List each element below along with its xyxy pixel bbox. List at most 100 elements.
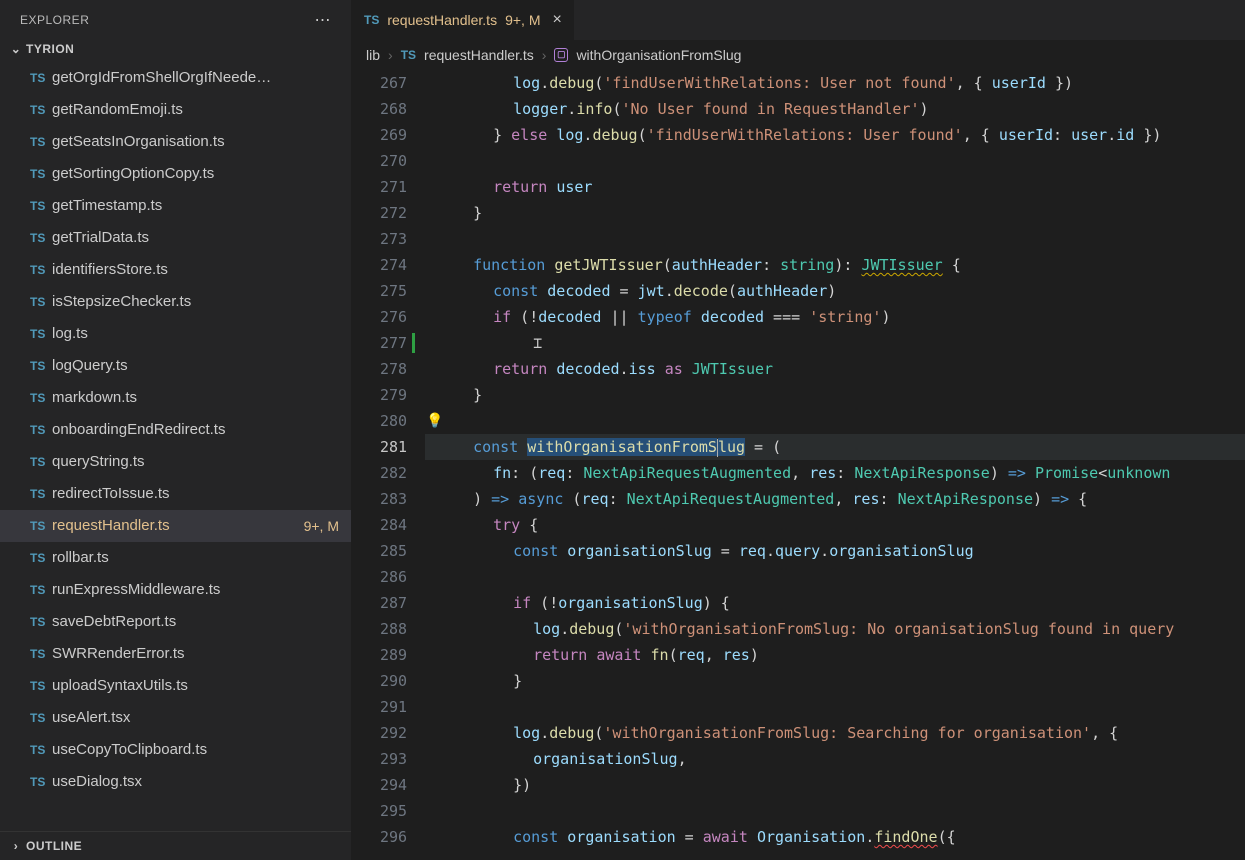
file-item[interactable]: TSlog.ts bbox=[0, 318, 351, 350]
file-item[interactable]: TSmarkdown.ts bbox=[0, 382, 351, 414]
file-label: saveDebtReport.ts bbox=[52, 610, 351, 634]
ts-icon: TS bbox=[30, 130, 52, 154]
line-number: 272 bbox=[380, 200, 407, 226]
project-section-header[interactable]: ⌄ TYRION bbox=[0, 36, 351, 62]
file-item[interactable]: TSlogQuery.ts bbox=[0, 350, 351, 382]
code-line[interactable]: organisationSlug, bbox=[425, 746, 1245, 772]
code-line[interactable]: log.debug('findUserWithRelations: User n… bbox=[425, 70, 1245, 96]
code-line[interactable]: if (!decoded || typeof decoded === 'stri… bbox=[425, 304, 1245, 330]
code-line[interactable] bbox=[425, 798, 1245, 824]
line-number: 280💡 bbox=[380, 408, 407, 434]
file-item[interactable]: TSuseCopyToClipboard.ts bbox=[0, 734, 351, 766]
file-item[interactable]: TSgetTimestamp.ts bbox=[0, 190, 351, 222]
ts-icon: TS bbox=[30, 674, 52, 698]
code-content[interactable]: log.debug('findUserWithRelations: User n… bbox=[425, 70, 1245, 860]
symbol-variable-icon: ▢ bbox=[554, 48, 568, 62]
code-line[interactable]: const withOrganisationFromSlug = ( bbox=[425, 434, 1245, 460]
code-line[interactable]: log.debug('withOrganisationFromSlug: No … bbox=[425, 616, 1245, 642]
code-line[interactable]: } bbox=[425, 668, 1245, 694]
outline-label: OUTLINE bbox=[26, 839, 82, 853]
code-line[interactable]: if (!organisationSlug) { bbox=[425, 590, 1245, 616]
line-number: 293 bbox=[380, 746, 407, 772]
breadcrumb-symbol[interactable]: withOrganisationFromSlug bbox=[576, 47, 741, 63]
close-icon[interactable]: × bbox=[548, 11, 561, 29]
file-label: log.ts bbox=[52, 322, 351, 346]
code-editor[interactable]: 2672682692702712722732742752762772782792… bbox=[352, 70, 1245, 860]
code-line[interactable]: } bbox=[425, 382, 1245, 408]
file-item[interactable]: TSonboardingEndRedirect.ts bbox=[0, 414, 351, 446]
file-item[interactable]: TSidentifiersStore.ts bbox=[0, 254, 351, 286]
project-name: TYRION bbox=[26, 42, 74, 56]
file-item[interactable]: TSgetSortingOptionCopy.ts bbox=[0, 158, 351, 190]
line-number: 270 bbox=[380, 148, 407, 174]
line-number: 275 bbox=[380, 278, 407, 304]
file-label: identifiersStore.ts bbox=[52, 258, 351, 282]
line-number: 277 bbox=[380, 330, 407, 356]
file-item[interactable]: TSgetOrgIdFromShellOrgIfNeede… bbox=[0, 62, 351, 94]
code-line[interactable]: fn: (req: NextApiRequestAugmented, res: … bbox=[425, 460, 1245, 486]
ts-icon: TS bbox=[30, 66, 52, 90]
file-label: getTimestamp.ts bbox=[52, 194, 351, 218]
code-line[interactable]: function getJWTIssuer(authHeader: string… bbox=[425, 252, 1245, 278]
sidebar-more-icon[interactable]: ⋯ bbox=[309, 10, 338, 30]
code-line[interactable]: ) => async (req: NextApiRequestAugmented… bbox=[425, 486, 1245, 512]
code-line[interactable]: return user bbox=[425, 174, 1245, 200]
code-line[interactable] bbox=[425, 226, 1245, 252]
file-item[interactable]: TSqueryString.ts bbox=[0, 446, 351, 478]
file-label: uploadSyntaxUtils.ts bbox=[52, 674, 351, 698]
code-line[interactable]: ⌶ bbox=[425, 330, 1245, 356]
ts-icon: TS bbox=[30, 354, 52, 378]
code-line[interactable] bbox=[425, 564, 1245, 590]
code-line[interactable]: } bbox=[425, 200, 1245, 226]
code-line[interactable]: const organisationSlug = req.query.organ… bbox=[425, 538, 1245, 564]
line-number: 291 bbox=[380, 694, 407, 720]
breadcrumb-file[interactable]: requestHandler.ts bbox=[424, 47, 534, 63]
code-line[interactable]: const decoded = jwt.decode(authHeader) bbox=[425, 278, 1245, 304]
file-label: requestHandler.ts bbox=[52, 514, 304, 538]
line-number: 292 bbox=[380, 720, 407, 746]
outline-section-header[interactable]: › OUTLINE bbox=[0, 831, 351, 860]
code-line[interactable]: logger.info('No User found in RequestHan… bbox=[425, 96, 1245, 122]
code-line[interactable]: }) bbox=[425, 772, 1245, 798]
line-number: 278 bbox=[380, 356, 407, 382]
breadcrumb[interactable]: lib › TS requestHandler.ts › ▢ withOrgan… bbox=[352, 40, 1245, 70]
code-line[interactable] bbox=[425, 408, 1245, 434]
file-item[interactable]: TSisStepsizeChecker.ts bbox=[0, 286, 351, 318]
code-line[interactable]: try { bbox=[425, 512, 1245, 538]
line-number: 282 bbox=[380, 460, 407, 486]
file-item[interactable]: TSuploadSyntaxUtils.ts bbox=[0, 670, 351, 702]
code-line[interactable]: const organisation = await Organisation.… bbox=[425, 824, 1245, 850]
ts-icon: TS bbox=[30, 450, 52, 474]
file-label: getSortingOptionCopy.ts bbox=[52, 162, 351, 186]
file-item[interactable]: TSgetRandomEmoji.ts bbox=[0, 94, 351, 126]
line-number: 283 bbox=[380, 486, 407, 512]
breadcrumb-folder[interactable]: lib bbox=[366, 47, 380, 63]
file-label: SWRRenderError.ts bbox=[52, 642, 351, 666]
code-line[interactable]: return decoded.iss as JWTIssuer bbox=[425, 356, 1245, 382]
editor-tab[interactable]: TS requestHandler.ts 9+, M × bbox=[352, 0, 575, 40]
code-line[interactable]: log.debug('withOrganisationFromSlug: Sea… bbox=[425, 720, 1245, 746]
file-item[interactable]: TSrequestHandler.ts9+, M bbox=[0, 510, 351, 542]
ts-icon: TS bbox=[30, 290, 52, 314]
file-label: redirectToIssue.ts bbox=[52, 482, 351, 506]
file-item[interactable]: TSredirectToIssue.ts bbox=[0, 478, 351, 510]
file-item[interactable]: TSgetSeatsInOrganisation.ts bbox=[0, 126, 351, 158]
file-label: onboardingEndRedirect.ts bbox=[52, 418, 351, 442]
file-item[interactable]: TSrollbar.ts bbox=[0, 542, 351, 574]
file-label: runExpressMiddleware.ts bbox=[52, 578, 351, 602]
file-item[interactable]: TSuseAlert.tsx bbox=[0, 702, 351, 734]
code-line[interactable]: return await fn(req, res) bbox=[425, 642, 1245, 668]
code-line[interactable]: } else log.debug('findUserWithRelations:… bbox=[425, 122, 1245, 148]
ts-icon: TS bbox=[30, 642, 52, 666]
line-number: 271 bbox=[380, 174, 407, 200]
file-list: TSgetOrgIdFromShellOrgIfNeede…TSgetRando… bbox=[0, 62, 351, 831]
code-line[interactable] bbox=[425, 694, 1245, 720]
file-item[interactable]: TSsaveDebtReport.ts bbox=[0, 606, 351, 638]
ts-icon: TS bbox=[30, 482, 52, 506]
file-item[interactable]: TSSWRRenderError.ts bbox=[0, 638, 351, 670]
file-item[interactable]: TSgetTrialData.ts bbox=[0, 222, 351, 254]
file-item[interactable]: TSuseDialog.tsx bbox=[0, 766, 351, 798]
code-line[interactable] bbox=[425, 148, 1245, 174]
file-item[interactable]: TSrunExpressMiddleware.ts bbox=[0, 574, 351, 606]
sidebar-title: EXPLORER bbox=[20, 13, 89, 27]
